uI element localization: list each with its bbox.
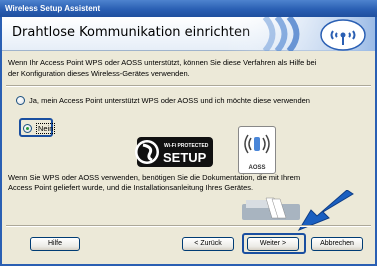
wps-logo-icon: Wi-Fi PROTECTED SETUP	[135, 137, 213, 167]
divider	[6, 85, 371, 87]
wizard-window: Drahtlose Kommunikation einrichten Wenn …	[0, 17, 377, 266]
printer-device-icon	[242, 197, 300, 220]
svg-text:SETUP: SETUP	[163, 150, 207, 165]
window-titlebar: Wireless Setup Assistent	[0, 0, 377, 17]
radio-no[interactable]	[23, 124, 32, 133]
option-no-label: Nein	[36, 123, 56, 134]
wireless-signal-icon	[244, 134, 270, 154]
intro-text: Wenn Ihr Access Point WPS oder AOSS unte…	[8, 58, 317, 78]
wizard-header: Drahtlose Kommunikation einrichten	[2, 17, 375, 51]
aoss-logo-icon: AOSS	[238, 126, 276, 174]
help-button[interactable]: Hilfe	[30, 237, 80, 251]
radio-yes[interactable]	[16, 96, 25, 105]
option-yes-label: Ja, mein Access Point unterstützt WPS od…	[29, 96, 310, 105]
next-button[interactable]: Weiter >	[247, 237, 299, 251]
page-title: Drahtlose Kommunikation einrichten	[12, 25, 251, 40]
footer-divider	[6, 225, 371, 227]
back-button[interactable]: < Zurück	[182, 237, 234, 251]
option-yes[interactable]: Ja, mein Access Point unterstützt WPS od…	[16, 96, 310, 105]
note-text: Wenn Sie WPS oder AOSS verwenden, benöti…	[8, 173, 301, 192]
cancel-button[interactable]: Abbrechen	[311, 237, 363, 251]
window-title: Wireless Setup Assistent	[5, 4, 101, 13]
option-no[interactable]: Nein	[23, 123, 56, 134]
svg-text:Wi-Fi PROTECTED: Wi-Fi PROTECTED	[164, 143, 209, 149]
aoss-label: AOSS	[248, 165, 266, 171]
wireless-banner-icon	[225, 17, 375, 51]
